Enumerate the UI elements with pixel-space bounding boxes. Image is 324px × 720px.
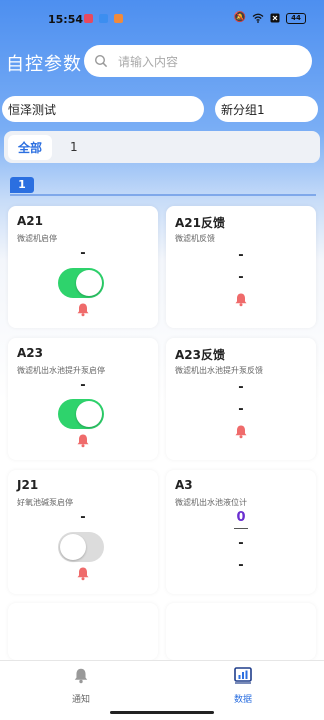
status-time: 15:54: [48, 13, 84, 26]
card-value: -: [238, 402, 244, 417]
page-title: 自控参数: [6, 54, 82, 75]
card-value: -: [238, 558, 244, 573]
search-placeholder: 请输入内容: [118, 54, 179, 69]
news-app-icon: [114, 14, 123, 23]
switch-toggle[interactable]: [58, 399, 104, 429]
card-value: -: [238, 248, 244, 263]
battery-indicator: 44: [286, 12, 306, 24]
card-value: -: [80, 246, 86, 261]
card-value: -: [238, 536, 244, 551]
card-value: -: [80, 378, 86, 393]
nav-notifications[interactable]: 通知: [51, 667, 111, 705]
bell-icon: [235, 425, 247, 439]
nav-notifications-label: 通知: [71, 695, 90, 705]
card-title: A23反馈: [175, 348, 225, 362]
home-indicator[interactable]: [110, 711, 214, 714]
section-badge: 1: [10, 177, 34, 193]
tab-bar: 全部 1: [4, 131, 320, 163]
value-underline: [234, 528, 248, 529]
sim-icon: [270, 13, 280, 23]
nav-data-label: 数据: [233, 695, 252, 705]
param-card-a23[interactable]: A23 微滤机出水池提升泵启停 -: [8, 338, 158, 460]
param-card-a21-feedback[interactable]: A21反馈 微滤机反馈 - -: [166, 206, 316, 328]
subgroup-selector-label: 新分组1: [221, 102, 265, 117]
bell-icon: [77, 434, 89, 448]
card-value: -: [238, 270, 244, 285]
switch-knob: [76, 401, 102, 427]
card-subtitle: 微滤机出水池液位计: [175, 498, 247, 507]
param-card-partial[interactable]: [166, 603, 316, 660]
group-selector[interactable]: 恒泽测试: [2, 96, 204, 122]
level-value: 0: [236, 510, 246, 525]
card-subtitle: 微滤机反馈: [175, 234, 215, 243]
section-divider: [10, 194, 316, 196]
bell-icon: [77, 567, 89, 581]
status-bar: 15:54 🔕 44: [0, 0, 324, 40]
search-icon: [94, 54, 108, 68]
card-title: A21: [17, 214, 43, 228]
wifi-icon: [252, 13, 264, 23]
card-title: A3: [175, 478, 193, 492]
switch-toggle[interactable]: [58, 532, 104, 562]
mute-icon: 🔕: [233, 12, 246, 23]
param-card-a23-feedback[interactable]: A23反馈 微滤机出水池提升泵反馈 - -: [166, 338, 316, 460]
switch-toggle[interactable]: [58, 268, 104, 298]
switch-knob: [60, 534, 86, 560]
chart-icon: [234, 667, 252, 684]
nav-data[interactable]: 数据: [213, 667, 273, 705]
card-subtitle: 微滤机出水池提升泵反馈: [175, 366, 263, 375]
bell-icon: [74, 668, 88, 684]
bell-icon: [235, 293, 247, 307]
subgroup-selector[interactable]: 新分组1: [215, 96, 318, 122]
param-card-a3[interactable]: A3 微滤机出水池液位计 0 - -: [166, 470, 316, 594]
card-title: A23: [17, 346, 43, 360]
card-subtitle: 微滤机出水池提升泵启停: [17, 366, 105, 375]
search-input[interactable]: 请输入内容: [84, 45, 312, 77]
card-subtitle: 微滤机启停: [17, 234, 57, 243]
card-title: J21: [17, 478, 39, 492]
param-card-j21[interactable]: J21 好氧池碱泵启停 -: [8, 470, 158, 594]
music-app-icon: [84, 14, 93, 23]
bell-icon: [77, 303, 89, 317]
card-value: -: [238, 380, 244, 395]
param-card-a21[interactable]: A21 微滤机启停 -: [8, 206, 158, 328]
group-selector-label: 恒泽测试: [8, 102, 57, 117]
switch-knob: [76, 270, 102, 296]
tab-all[interactable]: 全部: [8, 134, 53, 160]
chat-app-icon: [99, 14, 108, 23]
tab-1[interactable]: 1: [70, 140, 78, 154]
card-title: A21反馈: [175, 216, 225, 230]
card-subtitle: 好氧池碱泵启停: [17, 498, 73, 507]
param-card-partial[interactable]: [8, 603, 158, 660]
card-value: -: [80, 510, 86, 525]
